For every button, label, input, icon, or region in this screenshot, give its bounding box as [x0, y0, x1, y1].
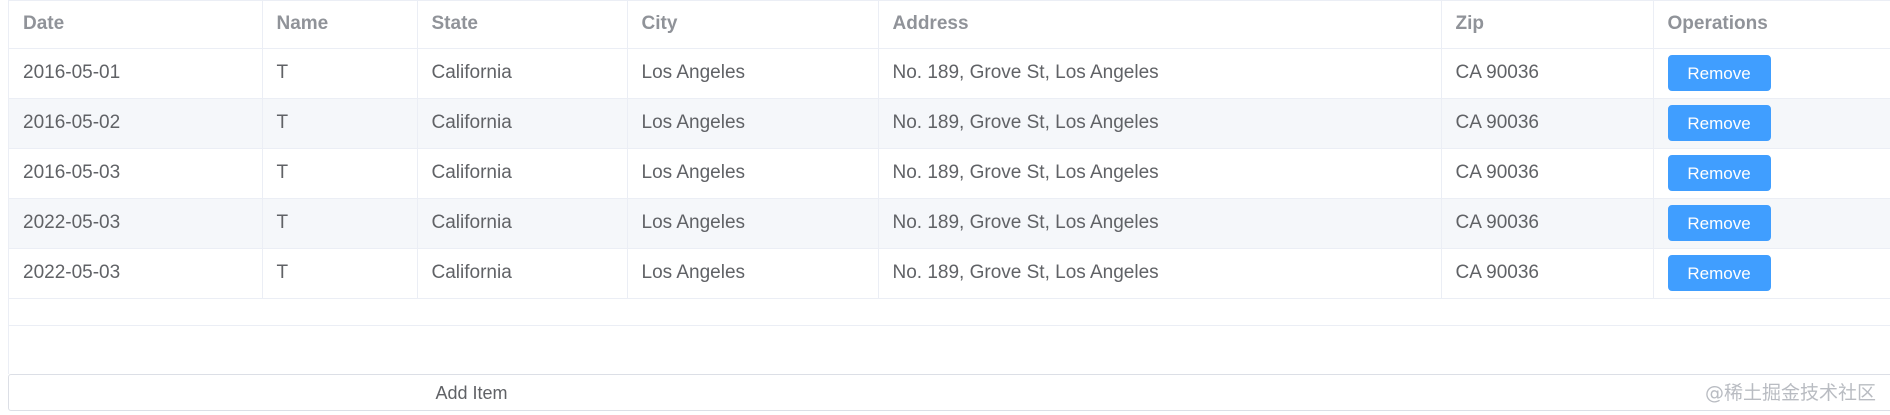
cell-name: T: [262, 148, 418, 199]
remove-button[interactable]: Remove: [1667, 155, 1771, 191]
cell-state: California: [417, 198, 628, 249]
cell-operations: Remove: [1653, 198, 1890, 249]
add-item-label: Add Item: [435, 383, 508, 403]
table-divider: [8, 325, 1890, 326]
cell-address: No. 189, Grove St, Los Angeles: [878, 98, 1442, 149]
cell-address: No. 189, Grove St, Los Angeles: [878, 198, 1442, 249]
cell-name: T: [262, 248, 418, 299]
cell-zip: CA 90036: [1441, 248, 1654, 299]
cell-city: Los Angeles: [627, 98, 879, 149]
cell-operations: Remove: [1653, 148, 1890, 199]
cell-date: 2022-05-03: [9, 248, 263, 299]
cell-name: T: [262, 198, 418, 249]
cell-state: California: [417, 48, 628, 99]
column-header-state[interactable]: State: [417, 1, 628, 49]
cell-state: California: [417, 148, 628, 199]
remove-button[interactable]: Remove: [1667, 105, 1771, 141]
cell-operations: Remove: [1653, 98, 1890, 149]
column-header-address[interactable]: Address: [878, 1, 1442, 49]
remove-button[interactable]: Remove: [1667, 205, 1771, 241]
table-row[interactable]: 2022-05-03 T California Los Angeles No. …: [9, 248, 1890, 299]
data-table: Date Name State City Address Zip Operati…: [8, 0, 1890, 374]
remove-button[interactable]: Remove: [1667, 255, 1771, 291]
cell-zip: CA 90036: [1441, 148, 1654, 199]
cell-state: California: [417, 98, 628, 149]
cell-city: Los Angeles: [627, 48, 879, 99]
cell-zip: CA 90036: [1441, 198, 1654, 249]
cell-date: 2016-05-02: [9, 98, 263, 149]
cell-zip: CA 90036: [1441, 98, 1654, 149]
table-row[interactable]: 2016-05-01 T California Los Angeles No. …: [9, 48, 1890, 99]
table-header-row: Date Name State City Address Zip Operati…: [9, 1, 1890, 49]
cell-city: Los Angeles: [627, 248, 879, 299]
cell-operations: Remove: [1653, 248, 1890, 299]
cell-city: Los Angeles: [627, 148, 879, 199]
table-row[interactable]: 2016-05-02 T California Los Angeles No. …: [9, 98, 1890, 149]
cell-address: No. 189, Grove St, Los Angeles: [878, 48, 1442, 99]
add-item-button[interactable]: Add Item: [8, 374, 1890, 411]
cell-zip: CA 90036: [1441, 48, 1654, 99]
cell-operations: Remove: [1653, 48, 1890, 99]
cell-state: California: [417, 248, 628, 299]
cell-name: T: [262, 48, 418, 99]
cell-date: 2016-05-03: [9, 148, 263, 199]
cell-date: 2022-05-03: [9, 198, 263, 249]
column-header-operations: Operations: [1653, 1, 1890, 49]
remove-button[interactable]: Remove: [1667, 55, 1771, 91]
cell-name: T: [262, 98, 418, 149]
cell-address: No. 189, Grove St, Los Angeles: [878, 248, 1442, 299]
table-row[interactable]: 2022-05-03 T California Los Angeles No. …: [9, 198, 1890, 249]
cell-address: No. 189, Grove St, Los Angeles: [878, 148, 1442, 199]
cell-city: Los Angeles: [627, 198, 879, 249]
table-row[interactable]: 2016-05-03 T California Los Angeles No. …: [9, 148, 1890, 199]
watermark: @稀土掘金技术社区: [1704, 382, 1876, 404]
column-header-name[interactable]: Name: [262, 1, 418, 49]
column-header-date[interactable]: Date: [9, 1, 263, 49]
cell-date: 2016-05-01: [9, 48, 263, 99]
column-header-zip[interactable]: Zip: [1441, 1, 1654, 49]
column-header-city[interactable]: City: [627, 1, 879, 49]
